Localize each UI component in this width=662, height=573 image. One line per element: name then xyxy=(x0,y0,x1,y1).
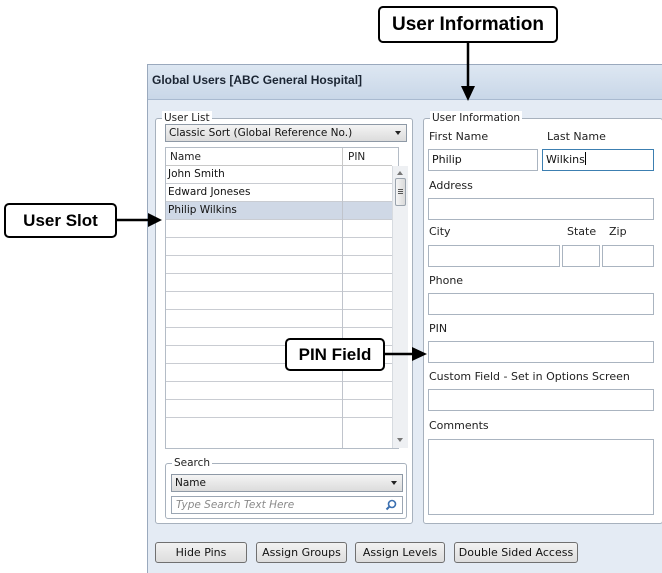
assign-groups-button[interactable]: Assign Groups xyxy=(256,542,347,563)
hide-pins-button[interactable]: Hide Pins xyxy=(155,542,247,563)
column-header-pin[interactable]: PIN xyxy=(342,148,392,166)
callout-user-information: User Information xyxy=(378,6,558,43)
title-bar: Global Users [ABC General Hospital] xyxy=(148,65,662,100)
city-label: City xyxy=(429,225,451,238)
column-header-name-label: Name xyxy=(170,151,201,163)
chevron-down-icon xyxy=(395,131,401,135)
user-row[interactable]: Edward Joneses xyxy=(166,184,392,202)
global-users-window: Global Users [ABC General Hospital] User… xyxy=(147,64,662,573)
search-field-dropdown[interactable]: Name xyxy=(171,474,403,492)
double-sided-access-label: Double Sided Access xyxy=(458,546,574,559)
callout-user-information-text: User Information xyxy=(391,13,545,35)
scroll-down-icon[interactable] xyxy=(397,438,403,442)
user-list-group: User List Classic Sort (Global Reference… xyxy=(155,111,413,524)
comments-label: Comments xyxy=(429,419,489,432)
user-information-legend: User Information xyxy=(430,111,523,125)
hide-pins-label: Hide Pins xyxy=(175,546,227,559)
phone-field[interactable] xyxy=(428,293,654,315)
empty-user-slot[interactable] xyxy=(166,310,392,328)
last-name-value: Wilkins xyxy=(546,153,585,166)
assign-levels-label: Assign Levels xyxy=(362,546,438,559)
double-sided-access-button[interactable]: Double Sided Access xyxy=(454,542,578,563)
user-list-legend: User List xyxy=(162,111,212,125)
column-header-name[interactable]: Name xyxy=(166,148,342,166)
zip-field[interactable] xyxy=(602,245,654,267)
custom-field[interactable] xyxy=(428,389,654,411)
user-list-scrollbar[interactable] xyxy=(392,166,408,448)
first-name-value: Philip xyxy=(432,153,462,166)
empty-user-slot[interactable] xyxy=(166,220,392,238)
city-field[interactable] xyxy=(428,245,560,267)
zip-label: Zip xyxy=(609,225,627,238)
assign-levels-button[interactable]: Assign Levels xyxy=(355,542,445,563)
search-placeholder: Type Search Text Here xyxy=(176,499,295,511)
sort-dropdown-value: Classic Sort (Global Reference No.) xyxy=(169,127,353,139)
callout-pin-field-text: PIN Field xyxy=(298,344,372,364)
empty-user-slot[interactable] xyxy=(166,274,392,292)
empty-user-slot[interactable] xyxy=(166,292,392,310)
search-legend: Search xyxy=(172,456,213,470)
last-name-field[interactable]: Wilkins xyxy=(542,149,654,171)
text-caret xyxy=(584,152,586,165)
user-table: Name PIN John Smith Edward Joneses Philip … xyxy=(165,147,408,450)
address-label: Address xyxy=(429,179,473,192)
user-row[interactable]: John Smith xyxy=(166,166,392,184)
chevron-down-icon xyxy=(391,481,397,485)
assign-groups-label: Assign Groups xyxy=(262,546,341,559)
pin-field[interactable] xyxy=(428,341,654,363)
empty-user-slot[interactable] xyxy=(166,400,392,418)
sort-dropdown[interactable]: Classic Sort (Global Reference No.) xyxy=(165,124,407,142)
user-rows: John Smith Edward Joneses Philip Wilkins xyxy=(166,166,392,450)
search-field-value: Name xyxy=(175,477,206,489)
comments-field[interactable] xyxy=(428,439,654,515)
empty-user-slot[interactable] xyxy=(166,238,392,256)
custom-field-label: Custom Field - Set in Options Screen xyxy=(429,370,630,383)
first-name-field[interactable]: Philip xyxy=(428,149,538,171)
phone-label: Phone xyxy=(429,274,464,287)
window-title: Global Users [ABC General Hospital] xyxy=(152,73,363,87)
state-field[interactable] xyxy=(562,245,600,267)
scroll-thumb[interactable] xyxy=(395,178,406,206)
column-header-pin-label: PIN xyxy=(348,151,366,163)
pin-label: PIN xyxy=(429,322,448,335)
user-name-cell: John Smith xyxy=(168,168,225,180)
scroll-up-icon[interactable] xyxy=(397,171,403,175)
empty-user-slot[interactable] xyxy=(166,256,392,274)
column-separator xyxy=(342,166,343,448)
first-name-label: First Name xyxy=(429,130,489,143)
callout-pin-field: PIN Field xyxy=(285,338,385,371)
search-input[interactable]: Type Search Text Here xyxy=(171,496,403,514)
callout-user-slot-text: User Slot xyxy=(23,210,98,230)
search-icon[interactable] xyxy=(385,499,397,511)
search-group: Search Name Type Search Text Here xyxy=(165,456,407,519)
user-name-cell: Philip Wilkins xyxy=(168,204,237,216)
callout-user-slot: User Slot xyxy=(4,203,117,238)
user-row[interactable]: Philip Wilkins xyxy=(166,202,392,220)
user-information-group: User Information First Name Last Name Ph… xyxy=(423,111,662,524)
last-name-label: Last Name xyxy=(547,130,606,143)
address-field[interactable] xyxy=(428,198,654,220)
empty-user-slot[interactable] xyxy=(166,382,392,400)
user-name-cell: Edward Joneses xyxy=(168,186,251,198)
state-label: State xyxy=(567,225,597,238)
